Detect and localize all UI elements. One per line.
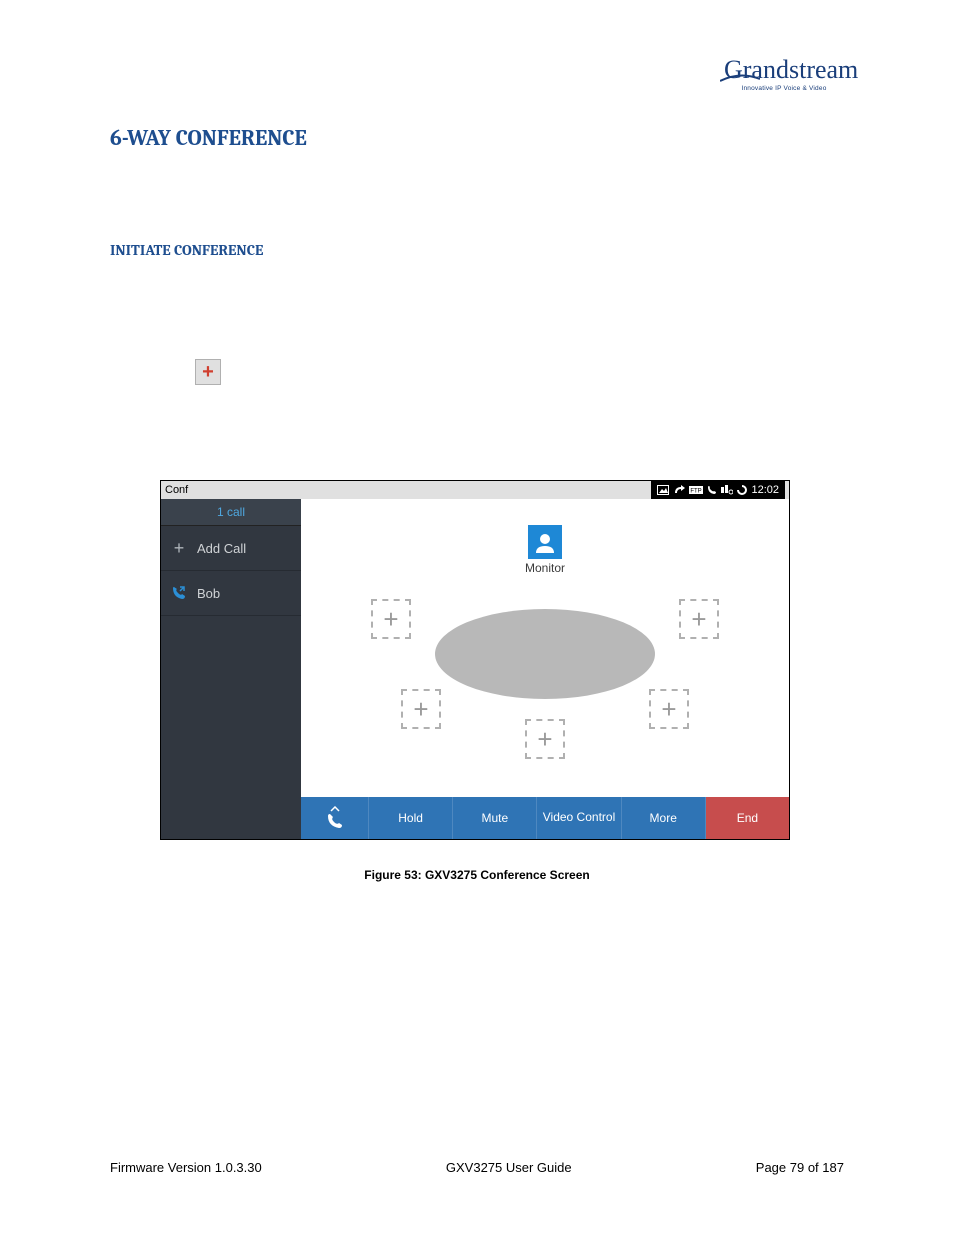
- call-sidebar: 1 call + Add Call Bob: [161, 499, 301, 839]
- sidebar-calls-tab[interactable]: 1 call: [161, 499, 301, 526]
- svg-text:FTP: FTP: [691, 489, 702, 495]
- section-heading: 6-WAY CONFERENCE: [110, 125, 844, 151]
- body-text-1: [110, 309, 844, 329]
- app-title: Conf: [165, 484, 188, 496]
- swoosh-icon: [720, 73, 760, 83]
- footer-firmware: Firmware Version 1.0.3.30: [110, 1160, 262, 1175]
- conference-table-icon: [435, 609, 655, 699]
- empty-seat-3[interactable]: +: [401, 689, 441, 729]
- footer-page: Page 79 of 187: [756, 1160, 844, 1175]
- empty-seat-2[interactable]: +: [679, 599, 719, 639]
- status-icons: FTP 12:02: [651, 481, 785, 499]
- network-icon: [721, 485, 733, 495]
- sync-icon: [737, 485, 747, 495]
- video-control-label: Video Control: [543, 811, 616, 824]
- plus-icon: +: [171, 540, 187, 556]
- add-call-label: Add Call: [197, 541, 246, 556]
- conference-main: Monitor + + + + + Hold Mute Video Contro…: [301, 499, 789, 839]
- handset-icon: [707, 485, 717, 495]
- status-time: 12:02: [751, 484, 779, 496]
- hold-button[interactable]: Hold: [369, 797, 453, 839]
- handset-button[interactable]: [301, 797, 369, 839]
- device-screenshot: Conf FTP 12:02 1 call + Add Call Bob: [160, 480, 790, 840]
- ftp-icon: FTP: [689, 486, 703, 494]
- phone-icon: [326, 812, 344, 830]
- page-footer: Firmware Version 1.0.3.30 GXV3275 User G…: [110, 1160, 844, 1175]
- avatar-icon: [528, 525, 562, 559]
- more-button[interactable]: More: [622, 797, 706, 839]
- add-call-row[interactable]: + Add Call: [161, 526, 301, 571]
- mute-button[interactable]: Mute: [453, 797, 537, 839]
- call-toolbar: Hold Mute Video Control More End: [301, 797, 789, 839]
- monitor-participant[interactable]: Monitor: [525, 525, 565, 575]
- subsection-heading: INITIATE CONFERENCE: [110, 241, 844, 259]
- add-icon: +: [195, 359, 221, 385]
- call-forward-icon: [673, 485, 685, 495]
- video-control-button[interactable]: Video Control: [537, 797, 621, 839]
- empty-seat-4[interactable]: +: [649, 689, 689, 729]
- contact-row[interactable]: Bob: [161, 571, 301, 616]
- active-call-icon: [171, 585, 187, 601]
- empty-seat-5[interactable]: +: [525, 719, 565, 759]
- contact-name: Bob: [197, 586, 220, 601]
- empty-seat-1[interactable]: +: [371, 599, 411, 639]
- end-button[interactable]: End: [706, 797, 789, 839]
- brand-wordmark: Grandstream: [724, 55, 858, 85]
- brand-logo: Grandstream Innovative IP Voice & Video: [724, 55, 844, 92]
- body-text-2: [110, 430, 844, 450]
- figure-caption: Figure 53: GXV3275 Conference Screen: [110, 868, 844, 882]
- status-bar: Conf FTP 12:02: [161, 481, 789, 499]
- footer-doc-title: GXV3275 User Guide: [446, 1160, 572, 1175]
- picture-icon: [657, 485, 669, 495]
- monitor-label: Monitor: [525, 561, 565, 575]
- brand-tagline: Innovative IP Voice & Video: [724, 85, 844, 92]
